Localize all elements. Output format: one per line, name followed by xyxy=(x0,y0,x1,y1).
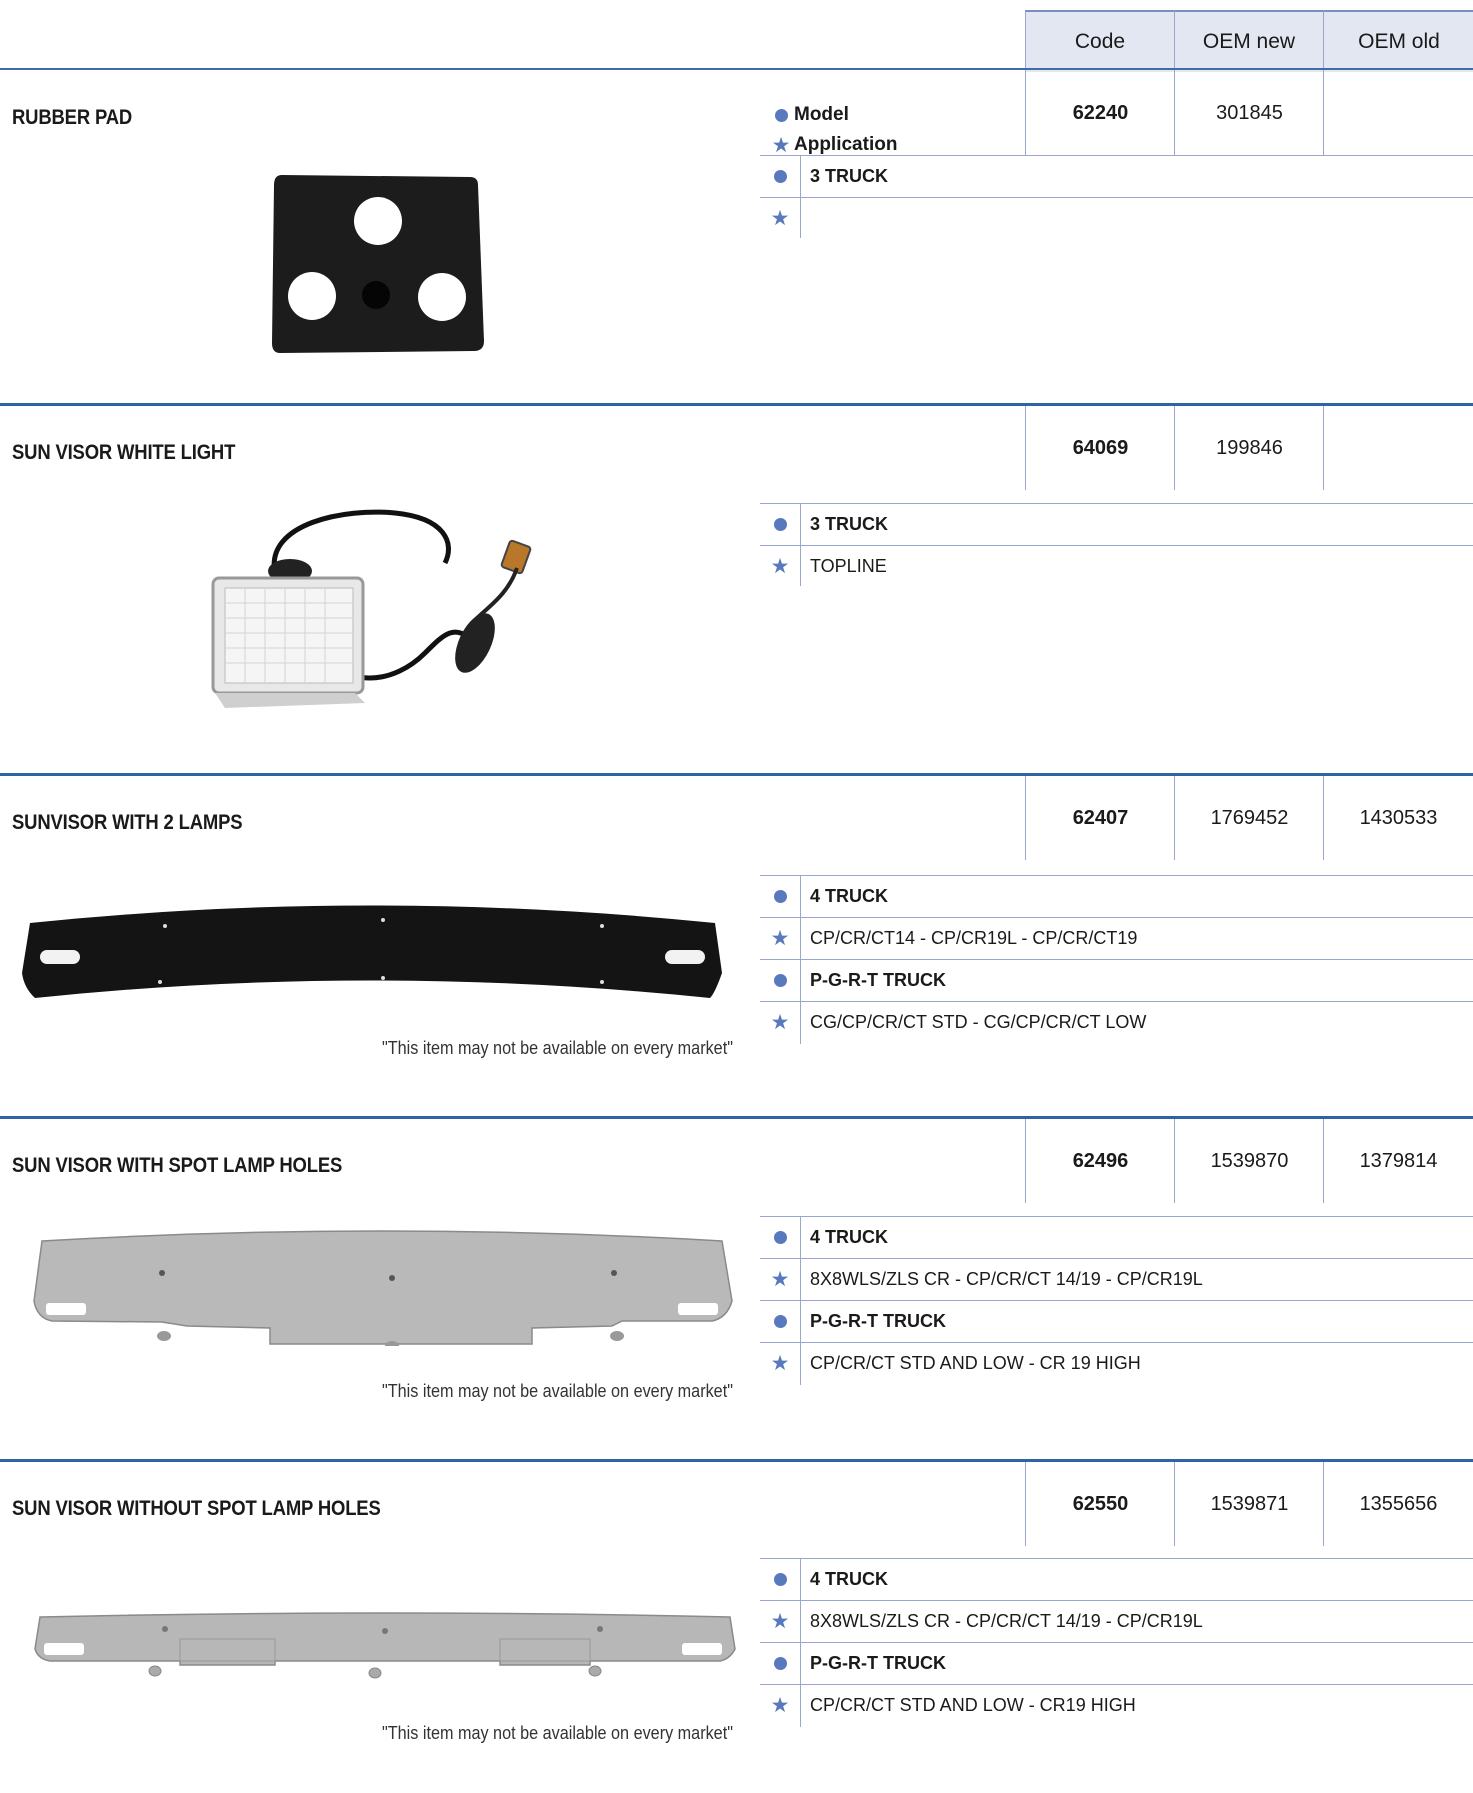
legend-model: Model xyxy=(794,104,849,125)
star-icon: ★ xyxy=(770,1610,790,1633)
application-detail: CG/CP/CR/CT STD - CG/CP/CR/CT LOW xyxy=(810,1012,1147,1032)
symbol-legend: Model ★ Application xyxy=(768,100,898,160)
oem-new: 1539870 xyxy=(1174,1119,1324,1203)
product-code: 62496 xyxy=(1025,1119,1175,1203)
model-name: 4 TRUCK xyxy=(810,1569,889,1589)
product-image xyxy=(22,905,722,998)
star-icon: ★ xyxy=(770,927,790,950)
star-icon: ★ xyxy=(770,1011,790,1034)
availability-note: "This item may not be available on every… xyxy=(382,1038,733,1058)
application-row: 3 TRUCK xyxy=(760,504,1473,546)
application-row: ★ CP/CR/CT STD AND LOW - CR 19 HIGH xyxy=(760,1343,1473,1384)
product-section: RUBBER PAD Model ★ Application 62240 3018… xyxy=(0,68,1473,403)
oem-old xyxy=(1323,71,1473,155)
application-list: 4 TRUCK ★ 8X8WLS/ZLS CR - CP/CR/CT 14/19… xyxy=(760,1559,1473,1727)
star-icon: ★ xyxy=(771,133,791,157)
model-name: P-G-R-T TRUCK xyxy=(810,1311,946,1331)
application-detail: CP/CR/CT STD AND LOW - CR 19 HIGH xyxy=(810,1353,1141,1373)
application-detail: CP/CR/CT STD AND LOW - CR19 HIGH xyxy=(810,1695,1136,1715)
application-list: 3 TRUCK ★ xyxy=(760,156,1473,239)
application-detail: 8X8WLS/ZLS CR - CP/CR/CT 14/19 - CP/CR19… xyxy=(810,1611,1203,1631)
application-row: ★ CP/CR/CT STD AND LOW - CR19 HIGH xyxy=(760,1685,1473,1726)
model-name: 4 TRUCK xyxy=(810,1227,889,1247)
application-row: P-G-R-T TRUCK xyxy=(760,1301,1473,1343)
model-name: P-G-R-T TRUCK xyxy=(810,970,946,990)
dot-icon xyxy=(773,518,787,531)
column-header-oem-new: OEM new xyxy=(1174,10,1323,72)
product-section: SUN VISOR WITH SPOT LAMP HOLES 62496 153… xyxy=(0,1116,1473,1459)
product-code: 62407 xyxy=(1025,776,1175,860)
application-detail: TOPLINE xyxy=(810,556,887,576)
product-code: 64069 xyxy=(1025,406,1175,490)
star-icon: ★ xyxy=(770,555,790,578)
oem-new: 1769452 xyxy=(1174,776,1324,860)
product-title: SUN VISOR WITH SPOT LAMP HOLES xyxy=(12,1154,343,1177)
column-header-oem-old: OEM old xyxy=(1323,10,1473,72)
oem-new: 301845 xyxy=(1174,71,1324,155)
dot-icon xyxy=(774,108,788,122)
product-image xyxy=(34,1612,736,1679)
product-title: SUNVISOR WITH 2 LAMPS xyxy=(12,811,243,834)
product-section: SUNVISOR WITH 2 LAMPS 62407 1769452 1430… xyxy=(0,773,1473,1116)
application-row: ★ TOPLINE xyxy=(760,546,1473,587)
product-title: SUN VISOR WITHOUT SPOT LAMP HOLES xyxy=(12,1497,381,1520)
table-header: Code OEM new OEM old xyxy=(0,0,1473,72)
product-title: SUN VISOR WHITE LIGHT xyxy=(12,441,236,464)
application-row: P-G-R-T TRUCK xyxy=(760,1643,1473,1685)
oem-old: 1355656 xyxy=(1323,1462,1473,1546)
application-row: P-G-R-T TRUCK xyxy=(760,960,1473,1002)
dot-icon xyxy=(773,1315,787,1328)
star-icon: ★ xyxy=(770,207,790,230)
oem-old xyxy=(1323,406,1473,490)
dot-icon xyxy=(773,890,787,903)
column-header-code: Code xyxy=(1025,10,1174,72)
model-name: 3 TRUCK xyxy=(810,166,889,186)
application-row: ★ 8X8WLS/ZLS CR - CP/CR/CT 14/19 - CP/CR… xyxy=(760,1259,1473,1301)
application-row: 4 TRUCK xyxy=(760,876,1473,918)
product-image xyxy=(33,1230,733,1346)
application-row: ★ 8X8WLS/ZLS CR - CP/CR/CT 14/19 - CP/CR… xyxy=(760,1601,1473,1643)
dot-icon xyxy=(773,1657,787,1670)
model-name: 3 TRUCK xyxy=(810,514,889,534)
availability-note: "This item may not be available on every… xyxy=(382,1723,733,1743)
application-detail: CP/CR/CT14 - CP/CR19L - CP/CR/CT19 xyxy=(810,928,1138,948)
availability-note: "This item may not be available on every… xyxy=(382,1381,733,1401)
model-name: 4 TRUCK xyxy=(810,886,889,906)
product-code: 62550 xyxy=(1025,1462,1175,1546)
oem-old: 1430533 xyxy=(1323,776,1473,860)
product-title: RUBBER PAD xyxy=(12,106,133,129)
dot-icon xyxy=(773,974,787,987)
oem-old: 1379814 xyxy=(1323,1119,1473,1203)
product-image xyxy=(272,175,484,353)
product-section: SUN VISOR WITHOUT SPOT LAMP HOLES 62550 … xyxy=(0,1459,1473,1793)
oem-new: 199846 xyxy=(1174,406,1324,490)
application-row: 3 TRUCK xyxy=(760,156,1473,198)
application-list: 4 TRUCK ★ CP/CR/CT14 - CP/CR19L - CP/CR/… xyxy=(760,876,1473,1044)
dot-icon xyxy=(773,1231,787,1244)
application-row: 4 TRUCK xyxy=(760,1559,1473,1601)
oem-new: 1539871 xyxy=(1174,1462,1324,1546)
star-icon: ★ xyxy=(770,1694,790,1717)
application-row: ★ CP/CR/CT14 - CP/CR19L - CP/CR/CT19 xyxy=(760,918,1473,960)
product-section: SUN VISOR WHITE LIGHT 64069 199846 3 TRU… xyxy=(0,403,1473,773)
dot-icon xyxy=(773,170,787,183)
product-code: 62240 xyxy=(1025,71,1175,155)
application-detail: 8X8WLS/ZLS CR - CP/CR/CT 14/19 - CP/CR19… xyxy=(810,1269,1203,1289)
application-row: ★ CG/CP/CR/CT STD - CG/CP/CR/CT LOW xyxy=(760,1002,1473,1043)
star-icon: ★ xyxy=(770,1352,790,1375)
application-list: 3 TRUCK ★ TOPLINE xyxy=(760,504,1473,587)
dot-icon xyxy=(773,1573,787,1586)
application-row: ★ xyxy=(760,198,1473,239)
application-list: 4 TRUCK ★ 8X8WLS/ZLS CR - CP/CR/CT 14/19… xyxy=(760,1217,1473,1385)
product-image xyxy=(211,509,532,708)
star-icon: ★ xyxy=(770,1268,790,1291)
model-name: P-G-R-T TRUCK xyxy=(810,1653,946,1673)
application-row: 4 TRUCK xyxy=(760,1217,1473,1259)
